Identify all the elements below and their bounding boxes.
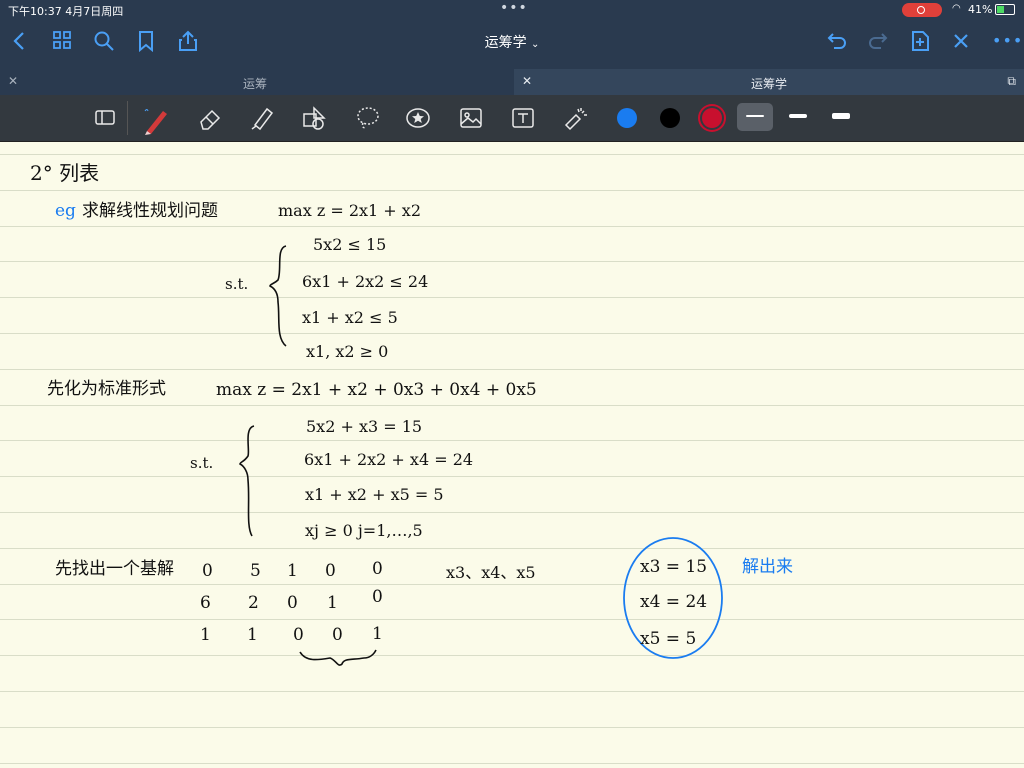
document-title[interactable]: 运筹学 <box>485 35 527 51</box>
solution-x3: x3 = 15 <box>640 557 707 577</box>
tab-yunchou[interactable]: ✕ 运筹 <box>0 69 510 97</box>
constraint-4: x1, x2 ≥ 0 <box>306 342 388 361</box>
solution-x4: x4 = 24 <box>640 592 707 612</box>
matrix-cell: 1 <box>200 625 211 645</box>
problem-statement: 求解线性规划问题 <box>82 201 218 221</box>
chevron-down-icon[interactable]: ⌄ <box>531 39 539 50</box>
stroke-thin-selected[interactable] <box>737 103 773 131</box>
constraint-1: 5x2 ≤ 15 <box>313 235 386 254</box>
drawing-toolbar <box>0 95 1024 142</box>
objective-function: max z = 2x1 + x2 <box>278 201 421 220</box>
stroke-medium[interactable] <box>780 103 816 131</box>
more-icon[interactable]: ••• <box>992 30 1023 52</box>
matrix-cell: 1 <box>372 624 383 644</box>
tab-label: 运筹学 <box>750 77 787 91</box>
handwritten-notes: 2° 列表 eg 求解线性规划问题 max z = 2x1 + x2 s.t. … <box>30 161 793 666</box>
underbrace <box>299 649 377 666</box>
pen-tool-icon[interactable] <box>143 105 169 135</box>
constraint-2: 6x1 + 2x2 ≤ 24 <box>302 272 428 291</box>
grid-view-icon[interactable] <box>52 30 72 54</box>
document-tabs: ✕ 运筹 ✕ 运筹学 ⧉ <box>0 65 1024 97</box>
split-view-icon[interactable]: ⧉ <box>1007 74 1016 89</box>
matrix-cell: 0 <box>325 561 336 581</box>
toolbar-divider <box>127 101 128 135</box>
back-icon[interactable] <box>12 30 26 56</box>
st-label-2: s.t. <box>190 454 213 472</box>
wifi-icon: ◠ <box>952 3 961 14</box>
stickers-icon[interactable] <box>405 105 431 131</box>
battery-icon <box>995 4 1015 15</box>
tab-yunchouxue[interactable]: ✕ 运筹学 ⧉ <box>514 69 1024 95</box>
solution-x5: x5 = 5 <box>640 629 696 649</box>
matrix-cell: 0 <box>287 593 298 613</box>
stroke-thick[interactable] <box>823 103 859 131</box>
share-icon[interactable] <box>177 30 199 56</box>
lasso-icon[interactable] <box>355 105 381 131</box>
basis-label: 先找出一个基解 <box>55 559 174 579</box>
basic-variables: x3、x4、x5 <box>446 563 536 582</box>
side-note: 解出来 <box>742 557 793 577</box>
color-swatch-black[interactable] <box>660 108 680 128</box>
close-icon[interactable] <box>951 30 971 56</box>
tab-label: 运筹 <box>242 77 267 91</box>
matrix-cell: 1 <box>327 593 338 613</box>
highlighter-icon[interactable] <box>249 105 275 131</box>
undo-icon[interactable] <box>826 30 848 56</box>
standard-objective: max z = 2x1 + x2 + 0x3 + 0x4 + 0x5 <box>216 380 537 400</box>
text-box-icon[interactable] <box>510 105 536 131</box>
matrix-cell: 6 <box>200 593 211 613</box>
constraint-3: x1 + x2 ≤ 5 <box>302 308 398 327</box>
constraint-brace <box>269 245 287 347</box>
eraser-icon[interactable] <box>197 105 223 131</box>
matrix-cell: 0 <box>372 559 383 579</box>
color-swatch-red-selected[interactable] <box>702 108 722 128</box>
matrix-cell: 0 <box>332 625 343 645</box>
matrix-cell: 1 <box>287 561 298 581</box>
matrix-cell: 2 <box>248 593 259 613</box>
equation-brace <box>239 425 255 537</box>
status-time-date: 下午10:37 4月7日周四 <box>8 5 124 18</box>
image-icon[interactable] <box>458 105 484 131</box>
section-heading: 2° 列表 <box>30 161 99 185</box>
equation-4: xj ≥ 0 j=1,…,5 <box>305 521 423 540</box>
matrix-cell: 0 <box>293 625 304 645</box>
bookmark-icon[interactable] <box>137 30 155 56</box>
standard-form-label: 先化为标准形式 <box>47 379 166 399</box>
read-mode-icon[interactable] <box>92 105 118 131</box>
st-label: s.t. <box>225 275 248 293</box>
matrix-cell: 0 <box>202 561 213 581</box>
add-page-icon[interactable] <box>909 30 931 56</box>
eg-label: eg <box>55 201 76 221</box>
navigation-bar: 运筹学 ⌄ ••• <box>0 20 1024 65</box>
equation-1: 5x2 + x3 = 15 <box>306 417 422 436</box>
status-bar: 下午10:37 4月7日周四 ••• ◠ 41% <box>0 0 1024 20</box>
search-icon[interactable] <box>93 30 115 56</box>
redo-icon[interactable] <box>867 30 889 56</box>
screen-recording-icon[interactable] <box>902 3 942 17</box>
equation-3: x1 + x2 + x5 = 5 <box>305 485 444 504</box>
coefficient-matrix: 0 5 1 0 0 6 2 0 1 0 1 1 0 0 1 <box>200 559 383 645</box>
multitasking-dots-icon[interactable]: ••• <box>500 0 528 16</box>
matrix-cell: 5 <box>250 561 261 581</box>
shapes-icon[interactable] <box>301 105 327 131</box>
notebook-page[interactable]: 2° 列表 eg 求解线性规划问题 max z = 2x1 + x2 s.t. … <box>0 142 1024 768</box>
battery-percent: 41% <box>968 3 993 16</box>
matrix-cell: 1 <box>247 625 258 645</box>
matrix-cell: 0 <box>372 587 383 607</box>
equation-2: 6x1 + 2x2 + x4 = 24 <box>304 450 473 469</box>
laser-pointer-icon[interactable] <box>562 105 588 131</box>
color-swatch-blue[interactable] <box>617 108 637 128</box>
